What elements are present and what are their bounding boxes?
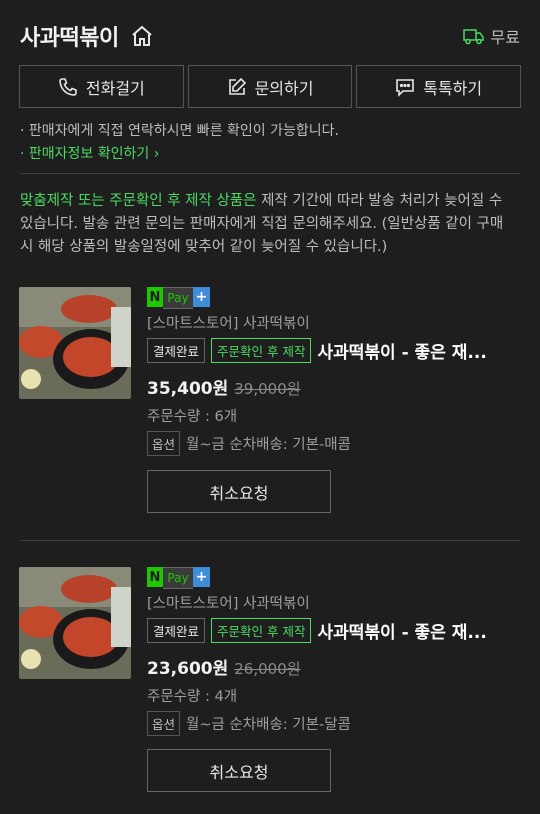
call-button[interactable]: 전화걸기 [19, 65, 184, 108]
delivery-info: 무료 [462, 24, 520, 48]
phone-icon [59, 77, 77, 96]
order-badges: 결제완료 주문확인 후 제작 사과떡볶이 - 좋은 재... [147, 338, 487, 363]
store-name: [스마트스토어] 사과떡볶이 [147, 596, 310, 612]
call-button-label: 전화걸기 [85, 78, 145, 98]
inquiry-button[interactable]: 문의하기 [187, 65, 353, 108]
contact-note: · 판매자에게 직접 연락하시면 빠른 확인이 가능합니다. [20, 123, 339, 139]
npay-label: Pay [163, 287, 193, 309]
original-price: 26,000원 [234, 660, 301, 678]
product-name[interactable]: 사과떡볶이 - 좋은 재... [317, 618, 486, 643]
product-image [19, 567, 131, 679]
made-to-order-badge: 주문확인 후 제작 [211, 338, 312, 363]
product-name[interactable]: 사과떡볶이 - 좋은 재... [317, 338, 486, 363]
delivery-fee: 무료 [490, 28, 520, 47]
seller-info-link[interactable]: · 판매자정보 확인하기 › [20, 143, 159, 163]
home-icon[interactable] [130, 24, 154, 48]
npay-badge: N Pay + [147, 567, 210, 589]
divider [20, 540, 520, 541]
npay-n: N [147, 567, 163, 587]
option-row: 옵션 월~금 순차배송: 기본-매콤 [147, 431, 351, 456]
contact-button-row: 전화걸기 문의하기 톡톡하기 [19, 65, 522, 108]
status-badge: 결제완료 [147, 338, 206, 363]
npay-n: N [147, 287, 163, 307]
sale-price: 23,600원 [147, 659, 229, 679]
sale-price: 35,400원 [147, 379, 229, 399]
price-row: 35,400원 39,000원 [147, 374, 301, 399]
option-value: 월~금 순차배송: 기본-매콤 [186, 437, 351, 453]
store-name: [스마트스토어] 사과떡볶이 [147, 316, 310, 332]
inquiry-button-label: 문의하기 [254, 78, 314, 98]
product-image [19, 287, 131, 399]
chat-icon [396, 78, 415, 97]
made-to-order-badge: 주문확인 후 제작 [211, 618, 312, 643]
cancel-request-button[interactable]: 취소요청 [147, 749, 331, 792]
cancel-request-button[interactable]: 취소요청 [147, 470, 331, 513]
talk-button[interactable]: 톡톡하기 [356, 65, 522, 108]
option-row: 옵션 월~금 순차배송: 기본-달콤 [147, 711, 351, 736]
page-title: 사과떡볶이 [20, 26, 119, 51]
option-tag: 옵션 [147, 711, 181, 736]
edit-icon [228, 77, 246, 95]
truck-icon [462, 29, 484, 45]
divider [20, 173, 520, 174]
price-row: 23,600원 26,000원 [147, 654, 301, 679]
product-thumbnail[interactable] [19, 287, 131, 399]
option-tag: 옵션 [147, 431, 181, 456]
product-thumbnail[interactable] [19, 567, 131, 679]
npay-label: Pay [163, 567, 193, 589]
order-quantity: 주문수량 : 6개 [147, 409, 238, 425]
notice-highlight: 맞춤제작 또는 주문확인 후 제작 상품은 [20, 193, 257, 209]
npay-badge: N Pay + [147, 287, 210, 309]
status-badge: 결제완료 [147, 618, 206, 643]
npay-plus: + [193, 287, 210, 307]
npay-plus: + [193, 567, 210, 587]
original-price: 39,000원 [234, 380, 301, 398]
option-value: 월~금 순차배송: 기본-달콤 [186, 717, 351, 733]
order-quantity: 주문수량 : 4개 [147, 689, 238, 705]
talk-button-label: 톡톡하기 [423, 78, 483, 98]
order-badges: 결제완료 주문확인 후 제작 사과떡볶이 - 좋은 재... [147, 618, 487, 643]
production-notice: 맞춤제작 또는 주문확인 후 제작 상품은 제작 기간에 따라 발송 처리가 늦… [20, 190, 520, 259]
